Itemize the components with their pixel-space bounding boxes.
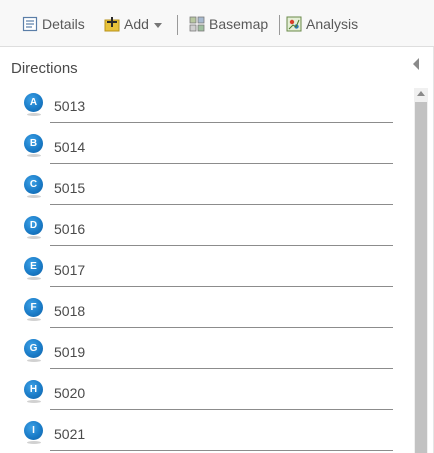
- stop-row[interactable]: A 5013: [0, 88, 410, 129]
- add-layer-icon: [104, 17, 120, 32]
- marker-shadow: [27, 441, 41, 444]
- stop-marker-icon[interactable]: F: [24, 298, 43, 317]
- stop-marker-icon[interactable]: G: [24, 339, 43, 358]
- analysis-button[interactable]: Analysis: [286, 14, 358, 34]
- marker-shadow: [27, 113, 41, 116]
- stop-address-input[interactable]: 5013: [54, 98, 85, 114]
- marker-shadow: [27, 236, 41, 239]
- stop-address-input[interactable]: 5015: [54, 180, 85, 196]
- input-underline: [50, 204, 393, 205]
- input-underline: [50, 163, 393, 164]
- scrollbar[interactable]: [414, 88, 428, 453]
- stop-address-input[interactable]: 5018: [54, 303, 85, 319]
- stop-row[interactable]: D 5016: [0, 211, 410, 252]
- toolbar-divider: [177, 15, 178, 35]
- marker-shadow: [27, 195, 41, 198]
- input-underline: [50, 409, 393, 410]
- marker-shadow: [27, 400, 41, 403]
- stop-marker-icon[interactable]: H: [24, 380, 43, 399]
- collapse-panel-icon[interactable]: [413, 58, 419, 70]
- stop-address-input[interactable]: 5016: [54, 221, 85, 237]
- stop-row[interactable]: C 5015: [0, 170, 410, 211]
- stop-row[interactable]: G 5019: [0, 334, 410, 375]
- stop-marker-icon[interactable]: A: [24, 93, 43, 112]
- stop-marker-icon[interactable]: D: [24, 216, 43, 235]
- toolbar: Details Add Basemap Analysis: [0, 0, 434, 47]
- details-icon: [22, 16, 38, 32]
- toolbar-divider: [279, 15, 280, 35]
- stop-address-input[interactable]: 5021: [54, 426, 85, 442]
- marker-shadow: [27, 359, 41, 362]
- stop-row[interactable]: F 5018: [0, 293, 410, 334]
- add-label: Add: [124, 16, 149, 32]
- marker-shadow: [27, 154, 41, 157]
- input-underline: [50, 368, 393, 369]
- stop-marker-icon[interactable]: I: [24, 421, 43, 440]
- stop-row[interactable]: H 5020: [0, 375, 410, 416]
- details-button[interactable]: Details: [22, 14, 85, 34]
- stop-marker-icon[interactable]: C: [24, 175, 43, 194]
- analysis-icon: [286, 16, 302, 32]
- basemap-button[interactable]: Basemap: [189, 14, 268, 34]
- scrollbar-thumb[interactable]: [415, 102, 427, 453]
- input-underline: [50, 286, 393, 287]
- basemap-grid-icon: [189, 16, 205, 32]
- marker-shadow: [27, 277, 41, 280]
- marker-shadow: [27, 318, 41, 321]
- stop-address-input[interactable]: 5014: [54, 139, 85, 155]
- stop-address-input[interactable]: 5019: [54, 344, 85, 360]
- stop-address-input[interactable]: 5017: [54, 262, 85, 278]
- details-label: Details: [42, 16, 85, 32]
- stop-marker-icon[interactable]: B: [24, 134, 43, 153]
- basemap-label: Basemap: [209, 16, 269, 32]
- input-underline: [50, 122, 393, 123]
- chevron-down-icon: [153, 22, 162, 28]
- stop-marker-icon[interactable]: E: [24, 257, 43, 276]
- scroll-up-icon[interactable]: [417, 91, 425, 96]
- stop-address-input[interactable]: 5020: [54, 385, 85, 401]
- input-underline: [50, 245, 393, 246]
- stop-row[interactable]: E 5017: [0, 252, 410, 293]
- stop-row[interactable]: B 5014: [0, 129, 410, 170]
- stop-row[interactable]: I 5021: [0, 416, 410, 453]
- input-underline: [50, 450, 393, 451]
- input-underline: [50, 327, 393, 328]
- analysis-label: Analysis: [306, 16, 359, 32]
- add-button[interactable]: Add: [104, 14, 162, 34]
- panel-title: Directions: [11, 60, 78, 77]
